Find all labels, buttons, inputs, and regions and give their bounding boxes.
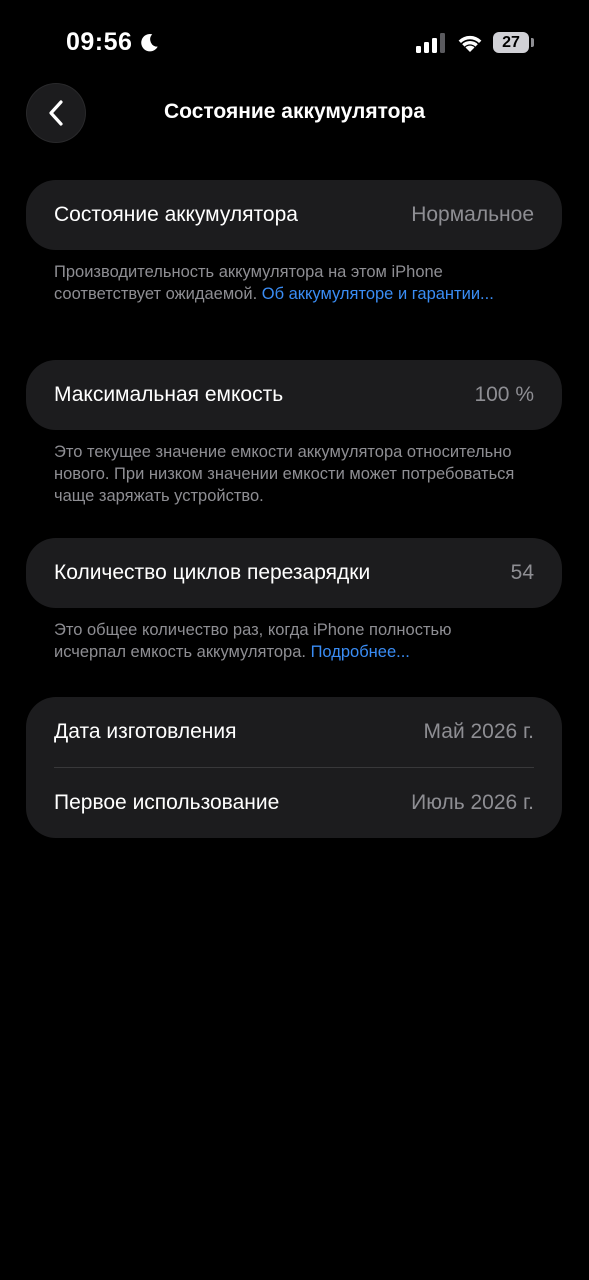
first-use-label: Первое использование xyxy=(54,791,280,814)
manufacture-date-value: Май 2026 г. xyxy=(423,720,534,743)
manufacture-date-label: Дата изготовления xyxy=(54,720,237,743)
page-title: Состояние аккумулятора xyxy=(163,100,425,123)
dates-group: Дата изготовления Май 2026 г. Первое исп… xyxy=(26,697,562,838)
cellular-signal-icon xyxy=(416,33,445,53)
learn-more-link[interactable]: Подробнее... xyxy=(311,643,410,661)
cycle-count-value: 54 xyxy=(510,561,534,584)
cycle-count-row: Количество циклов перезарядки 54 xyxy=(26,538,562,608)
cycle-count-group: Количество циклов перезарядки 54 xyxy=(26,538,562,608)
max-capacity-note-text: Это текущее значение емкости аккумулятор… xyxy=(54,443,515,505)
status-bar: 09:56 27 xyxy=(0,0,589,80)
moon-icon xyxy=(141,33,158,52)
max-capacity-group: Максимальная емкость 100 % xyxy=(26,360,562,430)
battery-icon: 27 xyxy=(493,32,529,53)
battery-warranty-link[interactable]: Об аккумуляторе и гаран­тии... xyxy=(262,285,494,303)
status-time: 09:56 xyxy=(66,28,133,56)
battery-health-value: Нормальное xyxy=(411,203,534,226)
wifi-icon xyxy=(458,35,482,52)
battery-tip xyxy=(531,38,534,47)
battery-health-group: Состояние аккумулятора Нормальное xyxy=(26,180,562,250)
battery-health-row: Состояние аккумулятора Нормальное xyxy=(26,180,562,250)
battery-level: 27 xyxy=(502,33,520,51)
max-capacity-label: Максимальная емкость xyxy=(54,383,284,406)
max-capacity-row: Максимальная емкость 100 % xyxy=(26,360,562,430)
max-capacity-note: Это текущее значение емкости аккумулятор… xyxy=(54,441,524,507)
cycle-count-note: Это общее количество раз, когда iPhone п… xyxy=(54,619,524,663)
manufacture-date-row: Дата изготовления Май 2026 г. xyxy=(26,697,562,767)
cycle-count-label: Количество циклов перезарядки xyxy=(54,561,371,584)
battery-health-note: Производительность аккумулятора на этом … xyxy=(54,261,524,305)
battery-health-label: Состояние аккумулятора xyxy=(54,203,298,226)
max-capacity-value: 100 % xyxy=(474,383,534,406)
first-use-value: Июль 2026 г. xyxy=(411,791,534,814)
first-use-row: Первое использование Июль 2026 г. xyxy=(26,768,562,838)
